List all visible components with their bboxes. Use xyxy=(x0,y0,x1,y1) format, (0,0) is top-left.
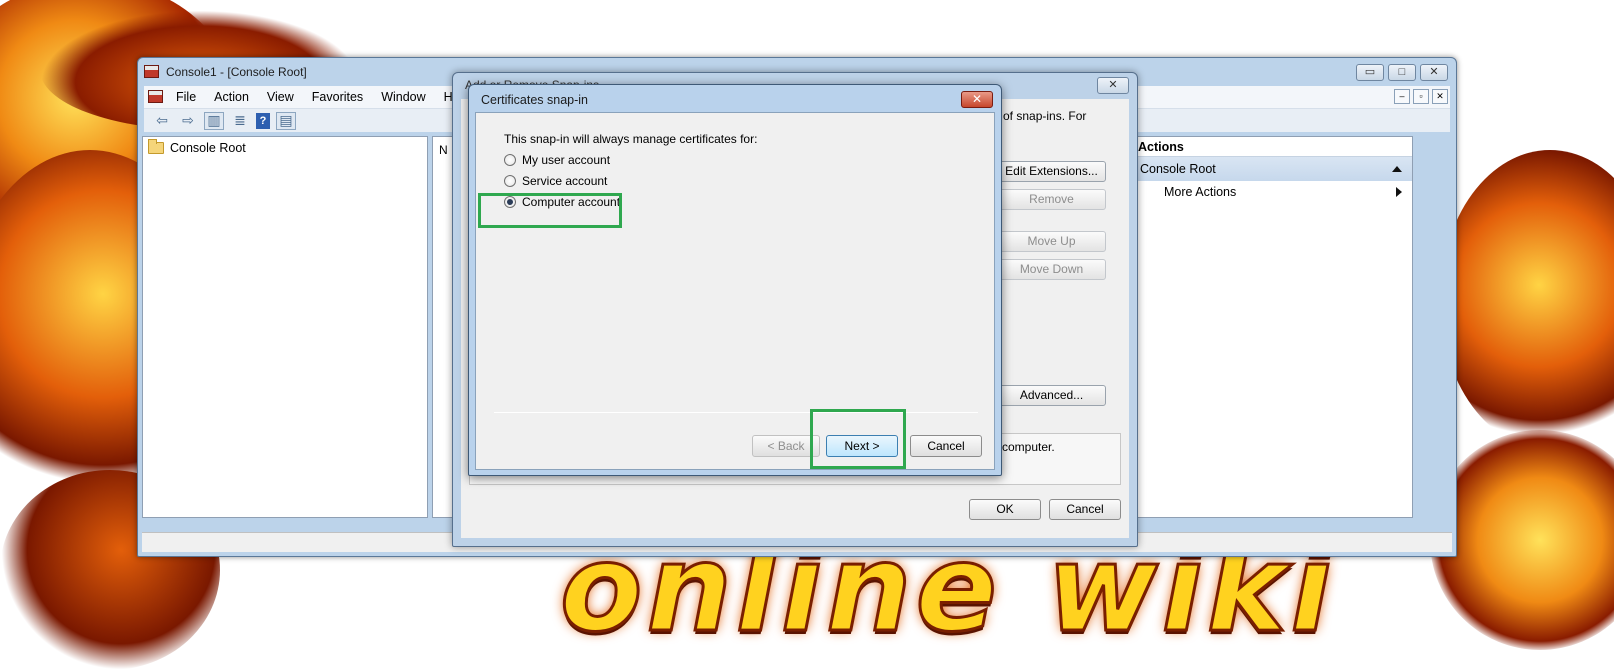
minimize-button[interactable]: ▭ xyxy=(1356,64,1384,81)
child-close-button[interactable]: ✕ xyxy=(1432,89,1448,104)
more-actions-label: More Actions xyxy=(1164,185,1237,199)
advanced-button[interactable]: Advanced... xyxy=(991,385,1106,406)
show-hide-tree-icon[interactable]: ▥ xyxy=(204,111,224,130)
radio-service-account[interactable]: Service account xyxy=(504,174,607,188)
more-actions-item[interactable]: More Actions xyxy=(1132,181,1412,203)
menu-window[interactable]: Window xyxy=(373,90,435,104)
submenu-arrow-icon xyxy=(1396,187,1402,197)
cert-dialog-close-button[interactable]: ✕ xyxy=(961,91,993,108)
mmc-app-icon xyxy=(144,65,159,78)
tree-item-console-root[interactable]: Console Root xyxy=(148,139,246,155)
maximize-button[interactable]: □ xyxy=(1388,64,1416,81)
radio-my-user-account[interactable]: My user account xyxy=(504,153,610,167)
cert-cancel-button[interactable]: Cancel xyxy=(910,435,982,457)
radio-label: My user account xyxy=(522,153,611,167)
menu-favorites[interactable]: Favorites xyxy=(304,90,373,104)
collapse-icon xyxy=(1392,166,1402,172)
menu-file[interactable]: File xyxy=(168,90,206,104)
dialog-description: of snap-ins. For xyxy=(1003,109,1087,123)
column-header-name[interactable]: N xyxy=(439,143,448,157)
menu-view[interactable]: View xyxy=(259,90,304,104)
window-title: Console1 - [Console Root] xyxy=(166,65,307,79)
export-list-icon[interactable]: ≣ xyxy=(230,112,250,130)
radio-button[interactable] xyxy=(504,175,516,187)
cert-dialog-title: Certificates snap-in xyxy=(481,93,588,107)
move-up-button[interactable]: Move Up xyxy=(991,231,1106,252)
folder-icon xyxy=(148,139,164,154)
actions-section-console-root[interactable]: Console Root xyxy=(1132,157,1412,181)
cancel-button[interactable]: Cancel xyxy=(1049,499,1121,520)
help-icon[interactable]: ? xyxy=(256,112,270,129)
highlight-next-button xyxy=(810,409,906,469)
dialog-close-button[interactable]: ✕ xyxy=(1097,77,1129,94)
forward-arrow-icon[interactable]: ⇨ xyxy=(178,112,198,130)
back-arrow-icon[interactable]: ⇦ xyxy=(152,112,172,130)
cert-dialog-body: This snap-in will always manage certific… xyxy=(475,112,995,470)
child-window-controls: – ▫ ✕ xyxy=(1394,89,1448,104)
actions-pane: Actions Console Root More Actions xyxy=(1131,136,1413,518)
child-minimize-button[interactable]: – xyxy=(1394,89,1410,104)
remove-button[interactable]: Remove xyxy=(991,189,1106,210)
certificates-snapin-dialog: Certificates snap-in ✕ This snap-in will… xyxy=(468,84,1002,476)
tree-item-label: Console Root xyxy=(170,141,246,155)
menu-action[interactable]: Action xyxy=(206,90,259,104)
window-controls: ▭ □ ✕ xyxy=(1356,64,1448,81)
radio-label: Service account xyxy=(522,174,608,188)
ok-button[interactable]: OK xyxy=(969,499,1041,520)
move-down-button[interactable]: Move Down xyxy=(991,259,1106,280)
actions-section-label: Console Root xyxy=(1140,162,1216,176)
close-button[interactable]: ✕ xyxy=(1420,64,1448,81)
console-menu-icon[interactable] xyxy=(148,90,163,103)
cert-prompt: This snap-in will always manage certific… xyxy=(504,132,758,146)
show-hide-action-pane-icon[interactable]: ▤ xyxy=(276,111,296,130)
child-restore-button[interactable]: ▫ xyxy=(1413,89,1429,104)
highlight-computer-account xyxy=(478,193,622,228)
edit-extensions-button[interactable]: Edit Extensions... xyxy=(991,161,1106,182)
radio-button[interactable] xyxy=(504,154,516,166)
actions-header: Actions xyxy=(1132,137,1412,157)
console-tree-pane: Console Root xyxy=(142,136,428,518)
